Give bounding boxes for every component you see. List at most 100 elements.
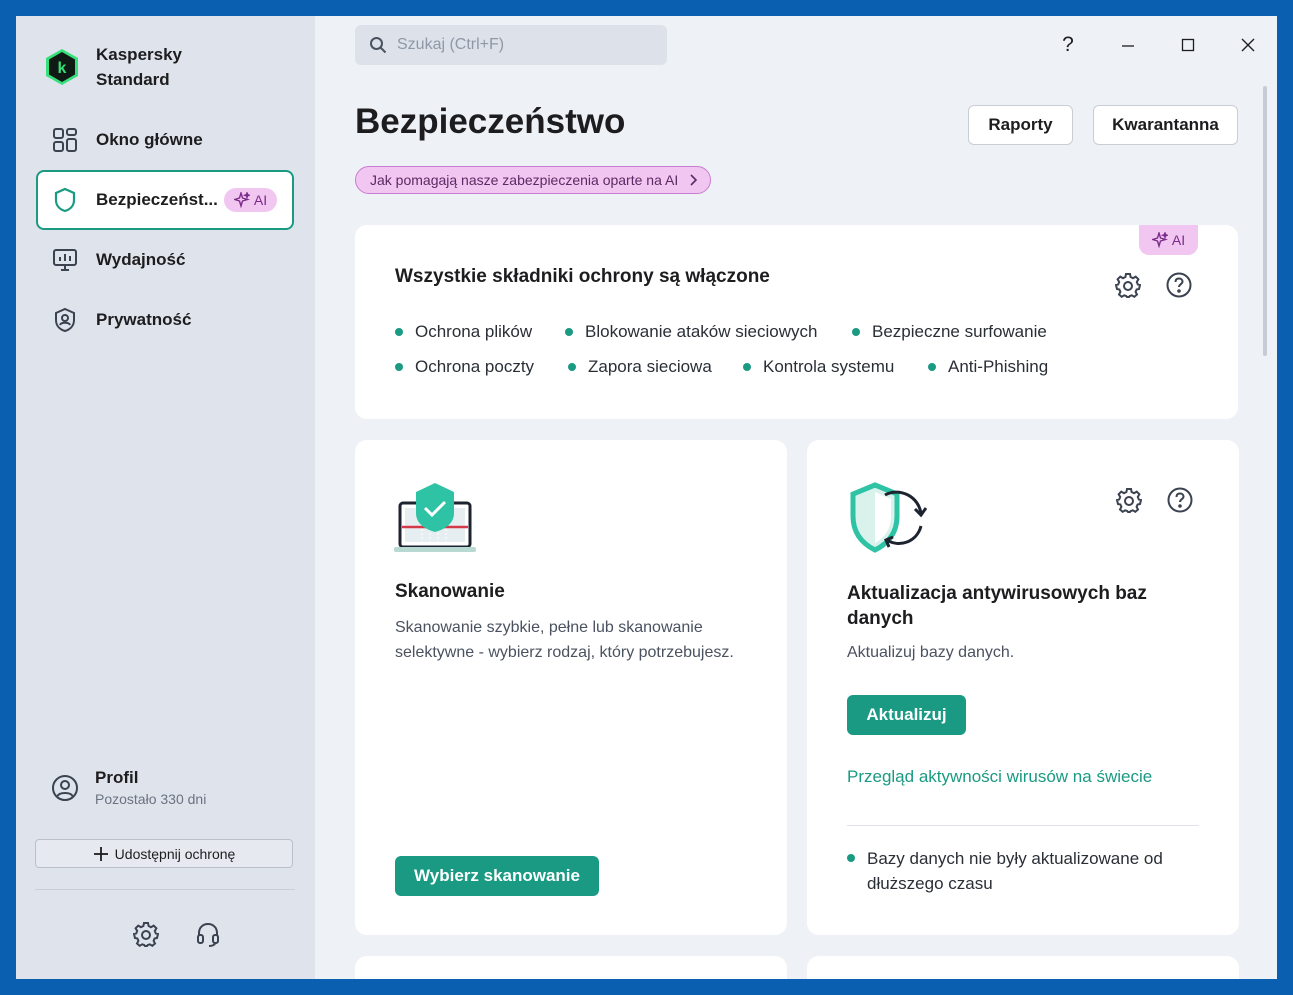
search-icon <box>370 37 387 54</box>
laptop-scan-illustration <box>394 483 476 552</box>
status-dot <box>568 363 576 371</box>
divider <box>847 825 1199 826</box>
status-settings-button[interactable] <box>1113 270 1143 300</box>
virus-activity-link[interactable]: Przegląd aktywności wirusów na świecie <box>847 767 1152 787</box>
status-dot <box>847 854 855 862</box>
app-name-line1: Kaspersky <box>96 45 183 64</box>
dashboard-icon <box>52 127 78 153</box>
profile[interactable]: Profil Pozostało 330 dni <box>51 768 206 807</box>
component-status: Anti-Phishing <box>928 357 1048 377</box>
status-dot <box>928 363 936 371</box>
update-title: Aktualizacja antywirusowych baz danych <box>847 583 1147 629</box>
share-protection-button[interactable]: Udostępnij ochronę <box>35 839 293 868</box>
shield-update-icon <box>850 482 927 553</box>
sidebar-item-label: Wydajność <box>96 250 186 269</box>
update-description: Aktualizuj bazy danych. <box>847 644 1015 661</box>
status-dot <box>395 328 403 336</box>
question-circle-icon <box>1166 272 1192 298</box>
page-title: Bezpieczeństwo <box>355 102 626 141</box>
svg-text:k: k <box>58 60 67 77</box>
app-logo: k Kaspersky Standard <box>44 42 182 92</box>
sidebar-item-performance[interactable]: Wydajność <box>36 231 294 289</box>
update-button[interactable]: Aktualizuj <box>847 695 966 735</box>
protection-status-title: Wszystkie składniki ochrony są włączone <box>395 266 770 287</box>
database-status-text: Bazy danych nie były aktualizowane od dł… <box>867 849 1163 893</box>
sidebar-item-security[interactable]: Bezpieczeńst... AI <box>36 170 294 230</box>
database-update-card: Aktualizacja antywirusowych baz danych A… <box>807 440 1239 935</box>
share-protection-label: Udostępnij ochronę <box>114 845 236 862</box>
choose-scan-button[interactable]: Wybierz skanowanie <box>395 856 599 896</box>
maximize-icon <box>1181 38 1195 52</box>
gear-icon <box>133 922 159 947</box>
shield-icon <box>52 187 78 213</box>
gear-icon <box>1115 273 1141 298</box>
search-placeholder: Szukaj (Ctrl+F) <box>397 36 505 53</box>
component-status: Ochrona poczty <box>395 357 534 377</box>
component-label: Zapora sieciowa <box>588 357 712 376</box>
database-status: Bazy danych nie były aktualizowane od dł… <box>847 846 1187 896</box>
next-card <box>355 956 787 979</box>
reports-button[interactable]: Raporty <box>968 105 1073 145</box>
close-button[interactable] <box>1233 30 1263 60</box>
scrollbar[interactable] <box>1263 86 1267 356</box>
status-dot <box>852 328 860 336</box>
minimize-icon <box>1122 45 1134 47</box>
quarantine-button[interactable]: Kwarantanna <box>1093 105 1238 145</box>
sidebar-item-label: Bezpieczeńst... <box>96 190 218 209</box>
sidebar-item-label: Okno główne <box>96 130 203 149</box>
search-input[interactable]: Szukaj (Ctrl+F) <box>355 25 667 65</box>
scan-title: Skanowanie <box>395 581 505 602</box>
close-icon <box>1241 38 1255 52</box>
component-label: Ochrona plików <box>415 322 533 341</box>
component-label: Ochrona poczty <box>415 357 535 376</box>
plus-icon <box>93 846 108 861</box>
divider <box>35 889 295 890</box>
maximize-button[interactable] <box>1173 30 1203 60</box>
kaspersky-logo-icon: k <box>46 49 78 85</box>
chevron-right-icon <box>690 174 698 186</box>
sidebar: k Kaspersky Standard Okno główne Bezpiec… <box>16 16 315 979</box>
sparkle-icon <box>233 192 250 208</box>
component-label: Anti-Phishing <box>948 357 1049 376</box>
status-dot <box>565 328 573 336</box>
ai-banner-text: Jak pomagają nasze zabezpieczenia oparte… <box>370 172 679 188</box>
app-window: k Kaspersky Standard Okno główne Bezpiec… <box>16 16 1277 979</box>
privacy-shield-icon <box>52 307 78 333</box>
status-help-button[interactable] <box>1164 270 1194 300</box>
ai-badge: AI <box>223 188 278 212</box>
component-status: Bezpieczne surfowanie <box>852 322 1047 342</box>
help-button[interactable]: ? <box>1053 30 1083 60</box>
scan-description: Skanowanie szybkie, pełne lub skanowanie… <box>395 619 734 661</box>
component-status: Blokowanie ataków sieciowych <box>565 322 817 342</box>
license-remaining: Pozostało 330 dni <box>95 791 207 807</box>
app-name-line2: Standard <box>96 70 170 89</box>
settings-button[interactable] <box>131 919 161 949</box>
ai-info-banner[interactable]: Jak pomagają nasze zabezpieczenia oparte… <box>355 166 712 194</box>
ai-tag-label: AI <box>1171 232 1186 248</box>
support-button[interactable] <box>193 919 223 949</box>
sidebar-item-privacy[interactable]: Prywatność <box>36 291 294 349</box>
protection-status-card: AI Wszystkie składniki ochrony są włączo… <box>355 225 1238 419</box>
component-label: Blokowanie ataków sieciowych <box>585 322 818 341</box>
ai-tag: AI <box>1139 225 1198 255</box>
headset-icon <box>197 922 219 947</box>
sidebar-item-label: Prywatność <box>96 310 192 329</box>
next-card <box>807 956 1239 979</box>
status-dot <box>395 363 403 371</box>
monitor-performance-icon <box>52 247 78 273</box>
profile-name: Profil <box>95 768 139 787</box>
component-status: Kontrola systemu <box>743 357 894 377</box>
minimize-button[interactable] <box>1113 30 1143 60</box>
sparkle-icon <box>1151 232 1168 248</box>
question-circle-icon <box>1167 487 1193 513</box>
component-status: Zapora sieciowa <box>568 357 712 377</box>
user-avatar-icon <box>52 774 78 801</box>
update-settings-button[interactable] <box>1114 485 1144 515</box>
sidebar-item-main-window[interactable]: Okno główne <box>36 111 294 169</box>
component-label: Kontrola systemu <box>763 357 895 376</box>
update-help-button[interactable] <box>1165 485 1195 515</box>
help-icon: ? <box>1062 33 1074 56</box>
gear-icon <box>1116 488 1142 513</box>
ai-badge-label: AI <box>253 192 268 208</box>
component-status: Ochrona plików <box>395 322 532 342</box>
